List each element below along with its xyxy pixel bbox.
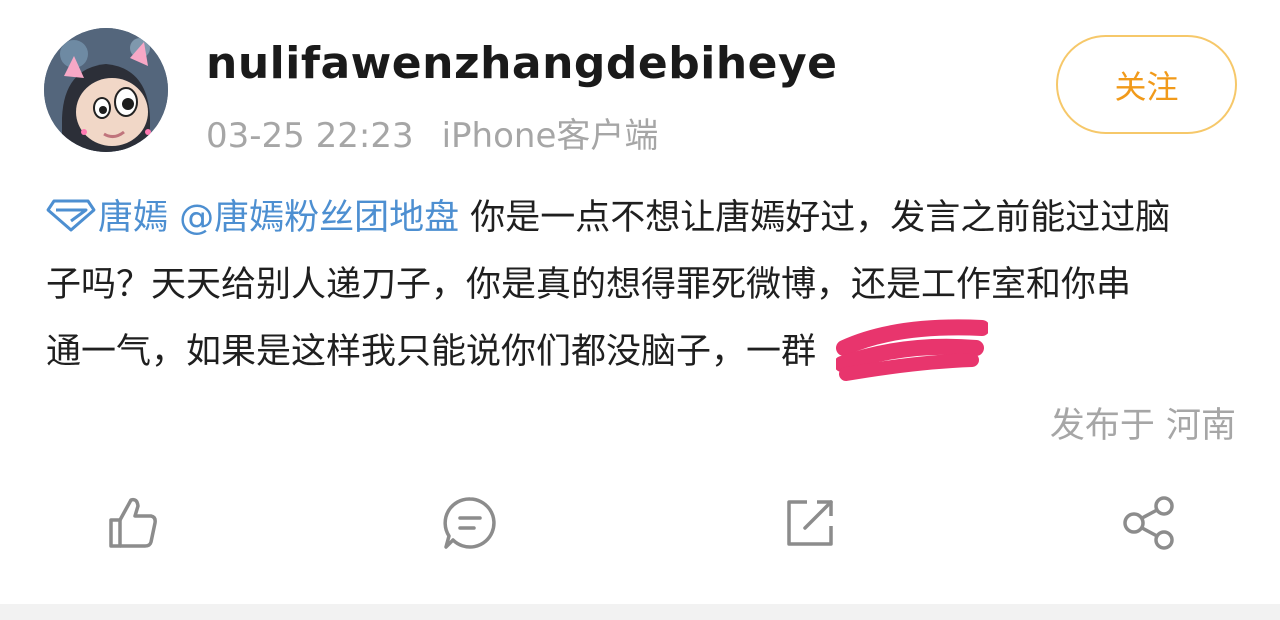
follow-button[interactable]: 关注 <box>1056 35 1237 134</box>
content-text-1: 你是一点不想让唐嫣好过，发言之前能过过脑 <box>459 198 1171 238</box>
like-button[interactable] <box>103 494 161 552</box>
repost-icon <box>787 500 833 546</box>
comment-icon <box>443 497 496 549</box>
avatar[interactable] <box>44 28 168 152</box>
post-location: 发布于 河南 <box>1049 406 1236 446</box>
content-line-2: 子吗？天天给别人递刀子，你是真的想得罪死微博，还是工作室和你串 <box>46 265 1132 305</box>
like-icon <box>109 497 157 548</box>
mention-link[interactable]: @唐嫣粉丝团地盘 <box>179 198 459 238</box>
bottom-divider <box>0 604 1280 620</box>
avatar-image <box>44 28 168 152</box>
diamond-icon <box>46 199 96 232</box>
content-line-1: 唐嫣 @唐嫣粉丝团地盘 你是一点不想让唐嫣好过，发言之前能过过脑 <box>46 185 1246 252</box>
username[interactable]: nulifawenzhangdebiheye <box>206 38 838 89</box>
post-time: 03-25 22:23 <box>206 116 414 156</box>
topic-name: 唐嫣 <box>98 198 169 238</box>
comment-button[interactable] <box>441 494 499 552</box>
share-button[interactable] <box>1120 494 1178 552</box>
topic-link[interactable]: 唐嫣 <box>46 198 168 238</box>
content-line-3: 通一气，如果是这样我只能说你们都没脑子，一群 <box>46 332 817 372</box>
weibo-post: nulifawenzhangdebiheye 03-25 22:23 iPhone… <box>0 0 1280 604</box>
post-source: iPhone客户端 <box>441 116 659 156</box>
post-meta: 03-25 22:23 iPhone客户端 <box>206 108 658 157</box>
repost-button[interactable] <box>781 494 839 552</box>
share-icon <box>1123 496 1174 550</box>
redaction-scribble <box>836 319 988 381</box>
post-content: 唐嫣 @唐嫣粉丝团地盘 你是一点不想让唐嫣好过，发言之前能过过脑 子吗？天天给别… <box>46 185 1246 386</box>
